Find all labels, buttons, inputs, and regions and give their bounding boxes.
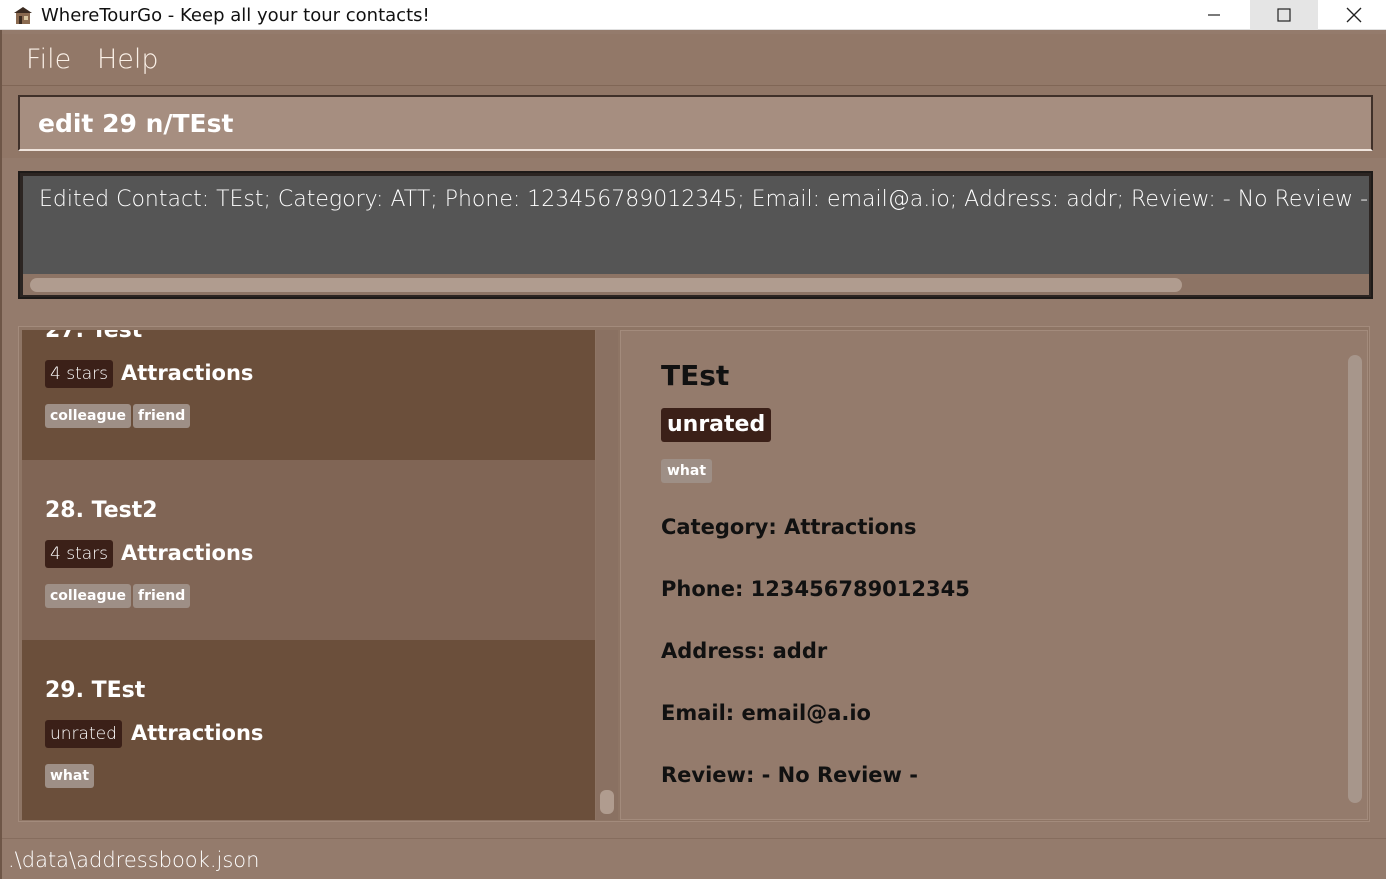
close-button[interactable]: [1320, 0, 1386, 30]
contact-category: Attractions: [121, 541, 254, 565]
list-item[interactable]: 29. TEst unrated Attractions what: [22, 640, 595, 820]
list-item[interactable]: 27. Test 4 stars Attractions colleague f…: [22, 330, 595, 460]
save-file-path: .\data\addressbook.json: [8, 848, 260, 872]
tag-badge: colleague: [45, 404, 131, 428]
detail-rating-badge: unrated: [661, 408, 772, 442]
tag-badge: what: [45, 764, 95, 788]
command-input[interactable]: edit 29 n/TEst: [18, 95, 1373, 151]
window-title-bar: WhereTourGo - Keep all your tour contact…: [0, 0, 1386, 30]
result-message: Edited Contact: TEst; Category: ATT; Pho…: [39, 187, 1369, 212]
contact-list-scrollbar[interactable]: [596, 330, 618, 820]
result-scrollbar-thumb[interactable]: [30, 278, 1182, 292]
contact-list-scrollbar-thumb[interactable]: [600, 790, 614, 814]
rating-badge: 4 stars: [45, 540, 114, 568]
tag-badge: friend: [133, 404, 191, 428]
app-logo-icon: [14, 7, 32, 24]
contact-card-title: 27. Test: [45, 330, 143, 343]
maximize-button[interactable]: [1250, 0, 1318, 30]
menu-help[interactable]: Help: [97, 44, 159, 75]
detail-review: Review: - No Review -: [661, 763, 918, 787]
menu-bar: File Help: [2, 34, 1386, 86]
tag-badge: colleague: [45, 584, 131, 608]
contact-category: Attractions: [121, 361, 254, 385]
minimize-icon: [1208, 14, 1220, 16]
detail-phone: Phone: 123456789012345: [661, 577, 970, 601]
minimize-button[interactable]: [1180, 0, 1248, 30]
detail-name: TEst: [661, 359, 730, 392]
detail-scrollbar[interactable]: [1348, 355, 1362, 803]
tag-badge: friend: [133, 584, 191, 608]
rating-badge: unrated: [45, 720, 122, 748]
contact-detail-panel: TEst unrated what Category: Attractions …: [620, 330, 1368, 820]
detail-category: Category: Attractions: [661, 515, 917, 539]
contact-category: Attractions: [131, 721, 264, 745]
detail-address: Address: addr: [661, 639, 828, 663]
contact-card-title: 29. TEst: [45, 678, 146, 703]
result-display: Edited Contact: TEst; Category: ATT; Pho…: [18, 171, 1373, 299]
detail-tag-badge: what: [661, 459, 713, 483]
contact-list[interactable]: 27. Test 4 stars Attractions colleague f…: [22, 330, 595, 820]
menu-file[interactable]: File: [26, 44, 71, 75]
list-item[interactable]: 28. Test2 4 stars Attractions colleague …: [22, 460, 595, 640]
detail-email: Email: email@a.io: [661, 701, 871, 725]
status-bar: .\data\addressbook.json: [2, 838, 1386, 879]
close-icon: [1346, 7, 1362, 23]
result-text-area[interactable]: Edited Contact: TEst; Category: ATT; Pho…: [23, 176, 1369, 274]
maximize-icon: [1277, 8, 1291, 22]
command-input-value: edit 29 n/TEst: [38, 109, 234, 138]
window-title: WhereTourGo - Keep all your tour contact…: [41, 5, 430, 26]
rating-badge: 4 stars: [45, 360, 114, 388]
contact-card-title: 28. Test2: [45, 498, 158, 523]
result-horizontal-scrollbar[interactable]: [23, 274, 1369, 295]
